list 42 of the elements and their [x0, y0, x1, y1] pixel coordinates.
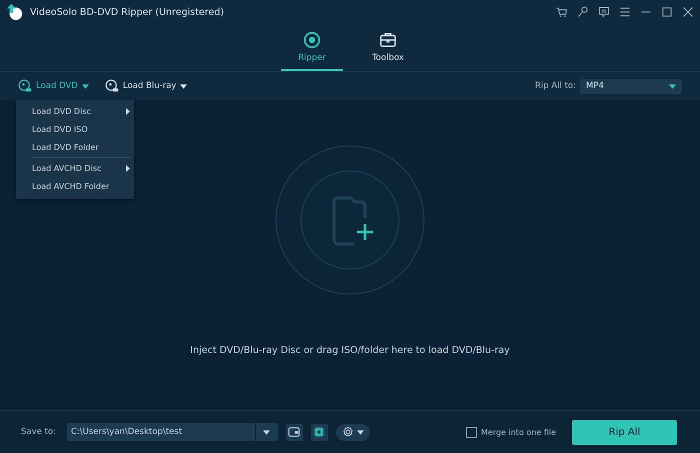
drop-hint: Inject DVD/Blu-ray Disc or drag ISO/folder here to load DVD/Blu-ray: [190, 345, 510, 356]
maximize-icon[interactable]: [661, 6, 673, 18]
key-icon[interactable]: [577, 6, 589, 18]
merge-label: Merge into one file: [481, 428, 556, 436]
menu-icon[interactable]: [619, 6, 631, 18]
settings-icon: [342, 426, 354, 438]
save-to-label: Save to:: [21, 427, 56, 437]
logo-icon: [6, 3, 24, 21]
submenu-arrow-icon: [126, 164, 130, 172]
load-button[interactable]: Load Blu-ray: [104, 79, 188, 93]
toolbox-icon: [379, 30, 397, 48]
format-dropdown[interactable]: MP4: [580, 78, 682, 94]
caret-icon: [356, 430, 364, 434]
open-folder-button[interactable]: [286, 424, 303, 440]
path-dropdown-button[interactable]: [256, 423, 278, 441]
caret-icon: [82, 84, 89, 88]
disc-icon: [18, 79, 32, 93]
menu-item[interactable]: Load DVD ISO: [16, 120, 134, 138]
target-icon: [303, 30, 321, 48]
rip-all-label: Rip All to:: [534, 81, 576, 91]
disc-icon: [104, 79, 119, 93]
chip-icon: [313, 426, 326, 438]
hardware-acceleration-button[interactable]: [310, 424, 328, 440]
menu-item[interactable]: Load AVCHD Disc: [16, 159, 134, 177]
settings-button[interactable]: [336, 424, 370, 440]
merge-checkbox[interactable]: [466, 426, 477, 438]
load-button[interactable]: Load DVD: [18, 79, 89, 93]
cart-icon[interactable]: [556, 6, 568, 18]
folder-icon: [288, 426, 300, 438]
caret-icon: [263, 430, 270, 434]
menu-item[interactable]: Load AVCHD Folder: [16, 177, 134, 195]
window-title: VideoSolo BD-DVD Ripper (Unregistered): [30, 6, 224, 18]
submenu-arrow-icon: [126, 108, 130, 114]
caret-icon: [669, 84, 676, 88]
rip-all-button[interactable]: Rip All: [572, 420, 677, 444]
path-field[interactable]: C:\Users\yan\Desktop\test: [66, 423, 255, 441]
chat-icon[interactable]: [598, 6, 610, 18]
close-icon[interactable]: [682, 6, 694, 18]
menu-item[interactable]: Load DVD Folder: [16, 138, 134, 156]
caret-icon: [180, 84, 188, 88]
menu-item[interactable]: Load DVD Disc: [16, 102, 134, 120]
tab[interactable]: Toolbox: [357, 24, 419, 71]
